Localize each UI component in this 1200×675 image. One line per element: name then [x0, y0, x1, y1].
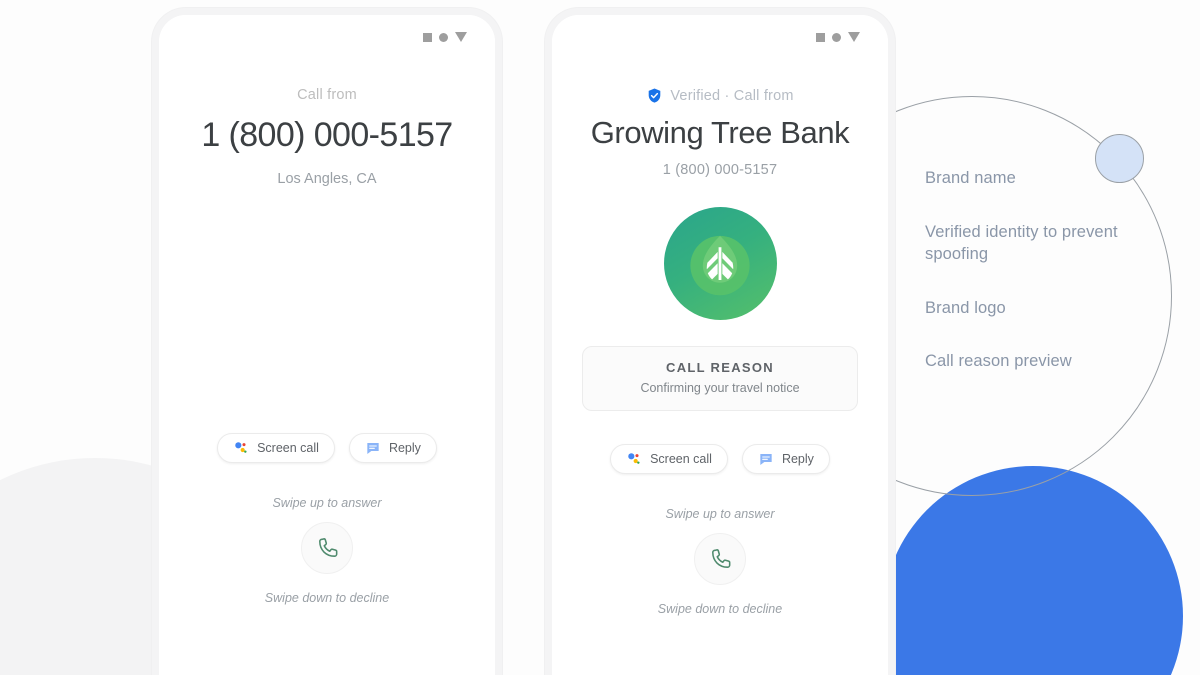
phone-mockup-unverified: Call from 1 (800) 000-5157 Los Angles, C… — [152, 8, 502, 675]
leaf-logo-icon — [681, 225, 759, 303]
call-screen-unverified: Call from 1 (800) 000-5157 Los Angles, C… — [159, 15, 495, 675]
screen-call-button[interactable]: Screen call — [217, 433, 335, 463]
status-bar — [177, 15, 477, 59]
illustration-canvas: Call from 1 (800) 000-5157 Los Angles, C… — [0, 0, 1200, 675]
background-blue-circle — [883, 466, 1183, 675]
swipe-down-hint: Swipe down to decline — [264, 591, 390, 605]
call-reason-card: CALL REASON Confirming your travel notic… — [582, 346, 858, 411]
screen-call-button[interactable]: Screen call — [610, 444, 728, 474]
message-icon — [758, 451, 774, 467]
message-icon — [365, 440, 381, 456]
annotation-call-reason: Call reason preview — [925, 352, 1072, 371]
answer-call-button[interactable] — [301, 522, 353, 574]
assistant-icon — [626, 451, 642, 467]
brand-name: Growing Tree Bank — [590, 115, 850, 150]
triangle-icon — [455, 32, 467, 42]
call-from-row: Call from — [297, 87, 357, 103]
call-screen-verified: Verified · Call from Growing Tree Bank 1… — [552, 15, 888, 675]
phone-handset-icon — [708, 547, 733, 572]
verified-call-from-row: Verified · Call from — [646, 87, 793, 104]
annotation-brand-name: Brand name — [925, 169, 1016, 187]
call-reason-subtitle: Confirming your travel notice — [640, 381, 800, 395]
reply-label: Reply — [388, 441, 421, 455]
phone-mockup-verified: Verified · Call from Growing Tree Bank 1… — [545, 8, 895, 675]
circle-icon — [439, 32, 448, 42]
screen-call-label: Screen call — [650, 452, 712, 466]
status-bar — [570, 15, 870, 59]
annotation-list: Brand name Verified identity to prevent … — [925, 168, 1140, 372]
square-icon — [423, 32, 432, 42]
phone-handset-icon — [315, 536, 340, 561]
swipe-down-hint: Swipe down to decline — [657, 602, 783, 616]
reply-button[interactable]: Reply — [741, 444, 830, 474]
reply-label: Reply — [781, 452, 814, 466]
answer-call-button[interactable] — [694, 533, 746, 585]
annotation-brand-logo: Brand logo — [925, 298, 1006, 317]
circle-icon — [832, 32, 841, 42]
swipe-up-hint: Swipe up to answer — [272, 496, 382, 510]
call-from-label: Call from — [297, 87, 357, 103]
assistant-icon — [233, 440, 249, 456]
verified-label: Verified · Call from — [670, 87, 794, 104]
swipe-up-hint: Swipe up to answer — [665, 507, 775, 521]
caller-location: Los Angles, CA — [277, 171, 377, 187]
triangle-icon — [848, 32, 860, 42]
caller-number: 1 (800) 000-5157 — [201, 116, 453, 154]
screen-call-label: Screen call — [257, 441, 319, 455]
verified-shield-icon — [646, 87, 663, 104]
square-icon — [816, 32, 825, 42]
call-actions: Screen call Reply — [610, 444, 830, 474]
call-actions: Screen call Reply — [217, 433, 437, 463]
brand-phone-number: 1 (800) 000-5157 — [662, 162, 778, 178]
reply-button[interactable]: Reply — [348, 433, 437, 463]
brand-logo — [663, 207, 777, 320]
call-reason-title: CALL REASON — [666, 360, 774, 375]
annotation-verified-identity: Verified identity to prevent spoofing — [925, 223, 1118, 263]
